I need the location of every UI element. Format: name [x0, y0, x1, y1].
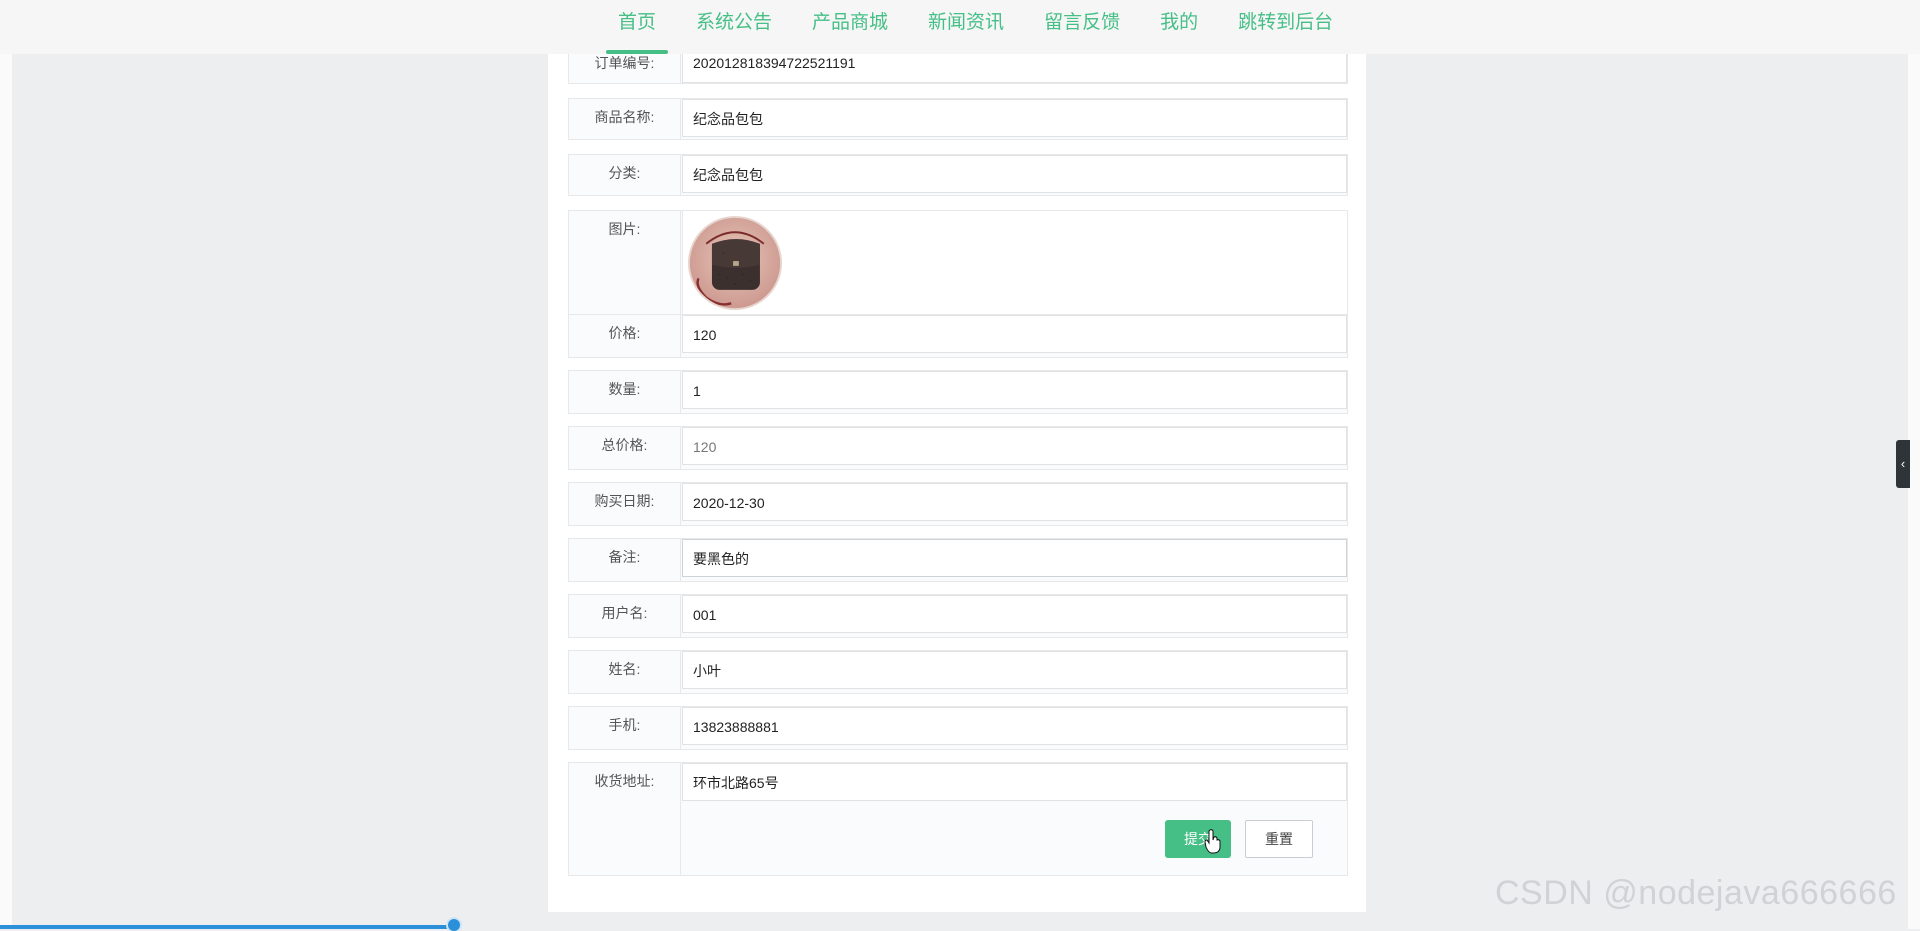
nav-item-admin[interactable]: 跳转到后台 — [1218, 0, 1353, 54]
price-field[interactable]: 120 — [682, 315, 1347, 353]
nav-item-shop[interactable]: 产品商城 — [792, 0, 908, 54]
nav-item-mine[interactable]: 我的 — [1140, 0, 1218, 54]
quantity-field[interactable]: 1 — [682, 371, 1347, 409]
order-no-label: 订单编号: — [569, 49, 681, 83]
product-name-field[interactable]: 纪念品包包 — [682, 99, 1347, 137]
category-label: 分类: — [569, 155, 681, 195]
total-field: 120 — [682, 427, 1347, 465]
row-quantity: 数量: 1 — [568, 370, 1348, 414]
reset-button[interactable]: 重置 — [1245, 820, 1313, 858]
row-product-name: 商品名称: 纪念品包包 — [568, 98, 1348, 140]
category-field[interactable]: 纪念品包包 — [682, 155, 1347, 193]
row-picture: 图片: — [568, 210, 1348, 316]
total-label: 总价格: — [569, 427, 681, 469]
row-purchase-date: 购买日期: 2020-12-30 — [568, 482, 1348, 526]
username-field[interactable]: 001 — [682, 595, 1347, 633]
order-no-field[interactable]: 202012818394722521191 — [682, 49, 1347, 83]
page-left-edge — [0, 0, 12, 929]
remark-label: 备注: — [569, 539, 681, 581]
nav-item-home[interactable]: 首页 — [598, 0, 676, 54]
username-label: 用户名: — [569, 595, 681, 637]
nav-item-announcements[interactable]: 系统公告 — [676, 0, 792, 54]
phone-field[interactable]: 13823888881 — [682, 707, 1347, 745]
phone-label: 手机: — [569, 707, 681, 749]
address-field[interactable]: 环市北路65号 — [682, 763, 1347, 801]
purchase-date-field[interactable]: 2020-12-30 — [682, 483, 1347, 521]
hand-cursor-icon — [1204, 829, 1221, 854]
scroll-progress-handle[interactable] — [448, 919, 460, 931]
price-label: 价格: — [569, 315, 681, 357]
picture-cell — [682, 211, 1347, 315]
address-label: 收货地址: — [569, 763, 681, 875]
row-address: 收货地址: 环市北路65号 — [568, 762, 1348, 876]
nav-menu: 首页 系统公告 产品商城 新闻资讯 留言反馈 我的 跳转到后台 — [598, 0, 1353, 54]
top-navbar: 首页 系统公告 产品商城 新闻资讯 留言反馈 我的 跳转到后台 — [0, 0, 1920, 54]
scroll-progress-bar — [0, 925, 454, 929]
nav-item-feedback[interactable]: 留言反馈 — [1024, 0, 1140, 54]
product-name-label: 商品名称: — [569, 99, 681, 139]
nav-item-news[interactable]: 新闻资讯 — [908, 0, 1024, 54]
row-name: 姓名: 小叶 — [568, 650, 1348, 694]
row-price: 价格: 120 — [568, 314, 1348, 358]
quantity-label: 数量: — [569, 371, 681, 413]
row-total: 总价格: 120 — [568, 426, 1348, 470]
name-label: 姓名: — [569, 651, 681, 693]
remark-field[interactable]: 要黑色的 — [682, 539, 1347, 577]
row-remark: 备注: 要黑色的 — [568, 538, 1348, 582]
picture-label: 图片: — [569, 211, 681, 315]
watermark: CSDN @nodejava666666 — [1495, 874, 1897, 912]
row-phone: 手机: 13823888881 — [568, 706, 1348, 750]
row-category: 分类: 纪念品包包 — [568, 154, 1348, 196]
row-username: 用户名: 001 — [568, 594, 1348, 638]
chevron-left-icon[interactable]: ‹ — [1896, 440, 1910, 488]
name-field[interactable]: 小叶 — [682, 651, 1347, 689]
purchase-date-label: 购买日期: — [569, 483, 681, 525]
product-image[interactable] — [687, 215, 783, 311]
